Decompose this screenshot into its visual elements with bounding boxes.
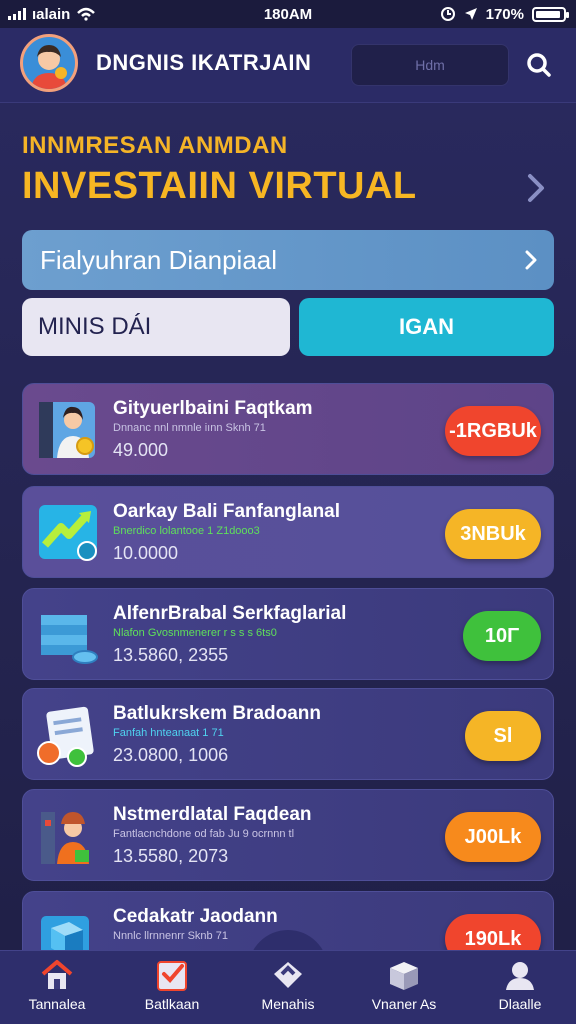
chevron-right-icon[interactable] [522, 172, 550, 204]
item-value: 49.000 [113, 440, 169, 460]
battery-icon [532, 6, 569, 22]
nav-item-tasks[interactable]: Batlkaan [122, 958, 222, 1012]
alarm-icon [440, 7, 455, 21]
segment-right-button[interactable]: IGAN [299, 298, 554, 356]
home-icon [41, 960, 73, 989]
segment-left-button[interactable]: MINIS DÁI [22, 298, 290, 356]
item-name: Oarkay Bali Fanfanglanal [113, 501, 341, 522]
cash-register-person-icon [39, 402, 95, 458]
item-value: 10.0000 [113, 543, 179, 563]
item-value: 13.5580, 2073 [113, 846, 229, 866]
nav-item-box[interactable]: Vnaner As [354, 958, 454, 1012]
item-value: 23.0800, 1006 [113, 745, 229, 765]
trend-chart-icon [39, 505, 97, 561]
list-item[interactable]: Nstmerdlatal Faqdean Fantlacnchdone od f… [22, 789, 554, 881]
stacked-books-icon [41, 615, 98, 664]
featured-banner[interactable]: Fialyuhran Dianpiaal [22, 230, 554, 290]
price-badge-button[interactable]: -1RGBUk [445, 406, 541, 456]
location-icon [464, 8, 477, 20]
price-badge-button[interactable]: 10Γ [463, 611, 541, 661]
nav-label: Menahis [261, 996, 315, 1012]
person-avatar-icon [31, 45, 67, 89]
price-badge-button[interactable]: Sl [465, 711, 541, 761]
nav-label: Tannalea [28, 996, 86, 1012]
profile-icon [506, 962, 534, 990]
nav-label: Dlaalle [498, 996, 542, 1012]
item-value: 13.5860, 2355 [113, 645, 229, 665]
worker-person-icon [41, 812, 89, 864]
item-detail: Nlafon Gvosnmenerer r s s s 6ts0 [113, 627, 277, 639]
avatar[interactable] [20, 34, 78, 92]
nav-item-center[interactable]: Menahis [238, 958, 338, 1012]
price-badge-button[interactable]: J00Lk [445, 812, 541, 862]
app-title: DNGNIS IKATRJAIN [96, 50, 312, 75]
box-icon [390, 962, 418, 990]
hero-title: INVESTAIIN VIRTUAL [22, 165, 417, 207]
status-right: 170% [440, 5, 569, 23]
list-item[interactable]: Oarkay Bali Fanfanglanal Bnerdico lolant… [22, 486, 554, 578]
checklist-icon [157, 961, 187, 991]
status-bar: ıalain 180AM 170% [0, 0, 576, 28]
tag-icon [274, 962, 302, 988]
item-detail: Fantlacnchdone od fab Ju 9 ocrnnn tl [113, 828, 295, 840]
list-item[interactable]: Batlukrskem Bradoann Fanfah hnteanaat 1 … [22, 688, 554, 780]
item-name: Gityuerlbaini Faqtkam [113, 398, 313, 419]
item-name: Cedakatr Jaodann [113, 906, 278, 927]
search-input[interactable]: Hdm [351, 44, 509, 86]
nav-item-home[interactable]: Tannalea [7, 958, 107, 1012]
list-item[interactable]: AlfenrBrabal Serkfaglarial Nlafon Gvosnm… [22, 588, 554, 680]
battery-percent: 170% [485, 5, 524, 23]
price-badge-button[interactable]: 3NBUk [445, 509, 541, 559]
item-detail: Dnnanc nnl nmnle iınn Sknh 71 [113, 422, 266, 434]
item-detail: Fanfah hnteanaat 1 71 [113, 727, 224, 739]
item-detail: Nnnlc llrnnenrr Sknb 71 [113, 930, 228, 942]
app-header: DNGNIS IKATRJAIN Hdm [0, 28, 576, 103]
banner-label: Fialyuhran Dianpiaal [40, 244, 278, 275]
item-name: Nstmerdlatal Faqdean [113, 804, 312, 825]
item-name: AlfenrBrabal Serkfaglarial [113, 603, 347, 624]
app-screen: ıalain 180AM 170% DNGNIS IKATRJAIN Hdm I… [0, 0, 576, 1024]
list-item[interactable]: Gityuerlbaini Faqtkam Dnnanc nnl nmnle i… [22, 383, 554, 475]
nav-label: Batlkaan [144, 996, 200, 1012]
item-detail: Bnerdico lolantooe 1 Z1dooo3 [113, 525, 260, 537]
item-name: Batlukrskem Bradoann [113, 703, 322, 724]
hero-subtitle: INNMRESAN ANMDAN [22, 132, 288, 159]
chevron-right-icon [525, 250, 537, 270]
search-icon[interactable] [522, 48, 556, 82]
nav-item-profile[interactable]: Dlaalle [470, 958, 570, 1012]
document-coins-icon [37, 706, 94, 767]
nav-label: Vnaner As [371, 996, 437, 1012]
